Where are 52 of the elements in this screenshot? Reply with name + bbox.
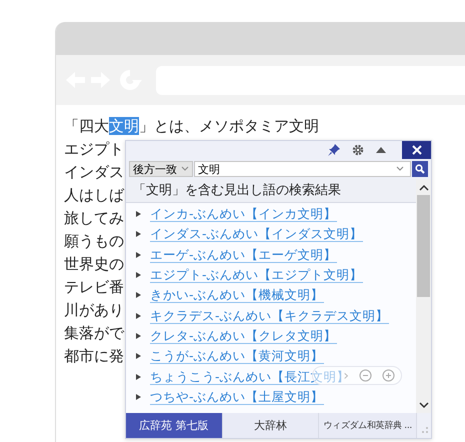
resize-grip-icon[interactable]	[421, 426, 429, 434]
result-link[interactable]: こうが-ぶんめい【黄河文明】	[150, 348, 324, 364]
dictionary-tab[interactable]: ウィズダム和英辞典 ...	[319, 413, 418, 438]
result-link[interactable]: クレタ-ぶんめい【クレタ文明】	[150, 328, 337, 344]
bullet-icon	[136, 211, 141, 218]
result-link[interactable]: つちや-ぶんめい【土屋文明】	[150, 388, 324, 405]
article-text: 川があり	[64, 300, 124, 321]
result-link[interactable]: キクラデス-ぶんめい【キクラデス文明】	[150, 308, 389, 324]
bullet-icon	[136, 292, 141, 298]
bullet-icon	[136, 252, 141, 258]
bullet-icon	[136, 312, 141, 319]
close-icon	[412, 145, 422, 155]
article-text: テレビ番	[64, 277, 124, 298]
result-link[interactable]: インカ-ぶんめい【インカ文明】	[150, 206, 337, 222]
search-field[interactable]: 文明	[194, 161, 411, 177]
chevron-down-icon	[396, 166, 404, 172]
settings-icon[interactable]	[352, 144, 364, 156]
article-text: インダス	[64, 162, 124, 183]
bullet-icon	[136, 231, 141, 238]
scroll-thumb[interactable]	[417, 195, 430, 297]
dictionary-tab[interactable]: 広辞苑 第七版	[126, 413, 223, 438]
result-link[interactable]: きかい-ぶんめい【機械文明】	[150, 287, 324, 304]
scroll-down-icon[interactable]	[418, 402, 428, 409]
article-text: 旅してみ	[64, 208, 124, 229]
scrollbar[interactable]	[416, 179, 431, 413]
dictionary-tab[interactable]: 大辞林	[222, 413, 320, 438]
results-heading: 「文明」を含む見出し語の検索結果	[126, 179, 416, 203]
bullet-icon	[136, 272, 141, 278]
result-link[interactable]: エーゲ-ぶんめい【エーゲ文明】	[150, 246, 337, 263]
pin-icon[interactable]	[328, 144, 340, 156]
article-text: 集落がで	[64, 323, 124, 344]
scroll-up-icon[interactable]	[418, 184, 428, 191]
article-text: 都市に発	[64, 346, 124, 367]
collapse-icon[interactable]	[376, 146, 386, 154]
match-mode-dropdown[interactable]: 後方一致	[129, 161, 193, 177]
result-link[interactable]: エジプト-ぶんめい【エジプト文明】	[150, 267, 363, 284]
close-button[interactable]	[402, 141, 431, 159]
result-link[interactable]: インダス-ぶんめい【インダス文明】	[150, 226, 363, 242]
article-text: 「四大文明」とは、メソポタミア文明	[64, 116, 319, 137]
chevron-down-icon	[181, 166, 189, 172]
zoom-in-icon[interactable]	[382, 369, 395, 382]
bullet-icon	[136, 394, 141, 400]
article-text: エジプト	[64, 139, 124, 160]
zoom-out-icon[interactable]	[359, 369, 372, 382]
bullet-icon	[136, 332, 141, 339]
article-text: 願うもの	[64, 231, 124, 252]
search-button[interactable]	[412, 161, 428, 177]
article-text: 人はしば	[64, 185, 124, 206]
article-text: 世界史の	[64, 254, 124, 275]
bullet-icon	[136, 353, 141, 360]
search-icon	[415, 164, 425, 174]
bullet-icon	[136, 374, 141, 380]
